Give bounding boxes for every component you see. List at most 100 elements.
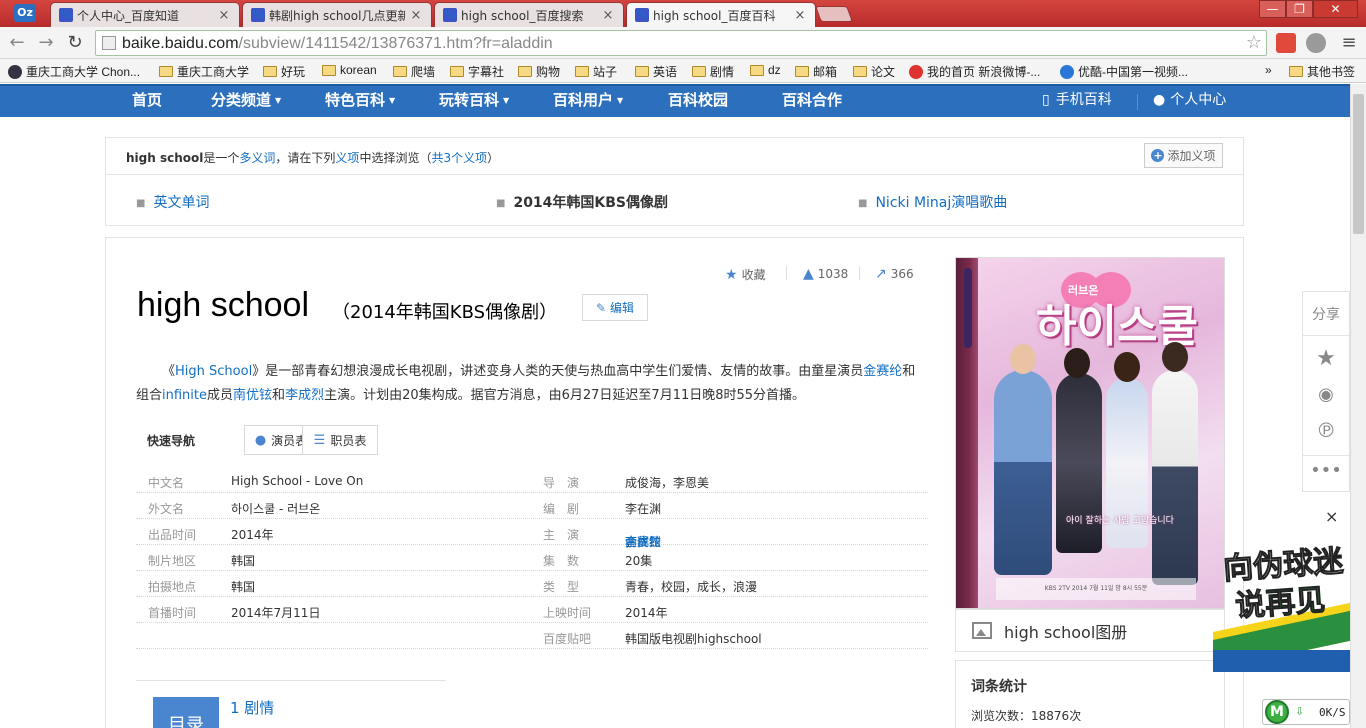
bookmark-item[interactable]: 我的首页 新浪微博-... xyxy=(909,63,1040,80)
edit-button[interactable]: ✎ 编辑 xyxy=(582,294,648,321)
forward-button[interactable]: → xyxy=(35,32,57,54)
bookmark-folder[interactable]: korean xyxy=(322,63,377,77)
info-key: 中文名 xyxy=(148,476,185,490)
toc-label: 目录 xyxy=(153,697,219,728)
other-bookmarks-folder[interactable]: 其他书签 xyxy=(1289,63,1355,80)
tab-close-icon[interactable]: × xyxy=(217,8,231,23)
browser-tab-3[interactable]: 🐾 high school_百度搜索 × xyxy=(434,2,624,27)
menu-icon[interactable]: ≡ xyxy=(1338,32,1360,54)
bookmark-item[interactable]: 重庆工商大学 Chon... xyxy=(8,63,140,80)
nav-users[interactable]: 百科用户 ▼ xyxy=(553,89,623,110)
quick-nav-button-label: 职员表 xyxy=(330,433,367,448)
more-options-icon[interactable]: ••• xyxy=(1303,460,1349,481)
bookmark-item[interactable]: 优酷-中国第一视频... xyxy=(1060,63,1188,80)
sense-count-link[interactable]: 共3个义项 xyxy=(431,151,487,165)
info-value[interactable]: 韩国版电视剧highschool xyxy=(625,630,762,647)
favorite-star-icon[interactable]: ★ xyxy=(1303,346,1349,371)
nav-mobile[interactable]: ▯ 手机百科 xyxy=(1042,89,1112,109)
bookmark-label: 重庆工商大学 xyxy=(177,65,250,79)
summary-link[interactable]: 南优铉 xyxy=(233,388,272,403)
nav-personal-center[interactable]: ● 个人中心 xyxy=(1153,89,1226,109)
image-icon xyxy=(972,622,992,639)
scrollbar-thumb[interactable] xyxy=(1353,94,1364,234)
info-value: 韩国 xyxy=(231,580,256,594)
address-bar[interactable]: baike.baidu.com/subview/1411542/13876371… xyxy=(95,30,1267,56)
maximize-button[interactable]: ❐ xyxy=(1286,0,1313,18)
nav-campus[interactable]: 百科校园 xyxy=(668,89,728,110)
bookmark-folder[interactable]: 剧情 xyxy=(692,63,734,80)
summary-link[interactable]: 李成烈 xyxy=(285,388,324,403)
share-label[interactable]: 分享 xyxy=(1303,304,1349,324)
thumbs-up-icon: ▲ xyxy=(803,266,814,282)
bookmarks-more-button[interactable]: » xyxy=(1265,63,1272,77)
bookmark-folder[interactable]: 爬墙 xyxy=(393,63,435,80)
summary-text: 成员 xyxy=(207,388,234,403)
browser-tab-1[interactable]: 🐾 个人中心_百度知道 × xyxy=(50,2,240,27)
paw-icon: 🐾 xyxy=(59,8,73,22)
star-icon: ★ xyxy=(725,266,738,283)
bookmark-folder[interactable]: 好玩 xyxy=(263,63,305,80)
sense-link[interactable]: 义项 xyxy=(335,151,359,165)
bookmark-label: 优酷-中国第一视频... xyxy=(1078,65,1188,79)
bookmark-label: 英语 xyxy=(653,65,678,79)
tab-close-icon[interactable]: × xyxy=(793,8,807,23)
tab-close-icon[interactable]: × xyxy=(601,8,615,23)
minimize-button[interactable]: — xyxy=(1259,0,1286,18)
globe-extension-icon[interactable] xyxy=(1306,33,1326,53)
info-value: 青春，校园，成长，浪漫 xyxy=(625,580,758,594)
share-count-button[interactable]: ↗ 366 xyxy=(875,266,914,282)
sense-english-word[interactable]: ■ 英文单词 xyxy=(136,192,209,212)
bookmark-folder[interactable]: 英语 xyxy=(635,63,677,80)
nav-divider xyxy=(1137,94,1138,110)
bookmark-folder[interactable]: 重庆工商大学 xyxy=(159,63,249,80)
floating-ad[interactable]: 向伪球迷 说再见 xyxy=(1213,540,1350,672)
toc-item-plot[interactable]: 1 剧情 xyxy=(230,697,274,718)
album-link[interactable]: high school图册 xyxy=(955,609,1225,652)
tab-close-icon[interactable]: × xyxy=(409,8,423,23)
bullet-icon: ■ xyxy=(496,197,506,209)
browser-tab-2[interactable]: 🐾 韩剧high school几点更新 × xyxy=(242,2,432,27)
new-tab-button[interactable] xyxy=(815,6,853,22)
close-window-button[interactable]: ✕ xyxy=(1313,0,1358,18)
back-button[interactable]: ← xyxy=(6,32,28,54)
reload-button[interactable]: ↻ xyxy=(64,32,86,54)
weibo-share-icon[interactable]: ◉ xyxy=(1303,384,1349,405)
actor-figure xyxy=(994,370,1052,575)
summary-link[interactable]: infinite xyxy=(162,388,207,403)
nav-label: 特色百科 xyxy=(325,91,386,109)
browser-app-icon[interactable]: Oz xyxy=(14,4,36,22)
translate-extension-icon[interactable] xyxy=(1276,33,1296,53)
nav-featured[interactable]: 特色百科 ▼ xyxy=(325,89,395,110)
sense-nicki-minaj-song[interactable]: ■ Nicki Minaj演唱歌曲 xyxy=(858,192,1007,212)
ad-close-icon[interactable]: × xyxy=(1325,507,1338,526)
bookmark-star-icon[interactable]: ☆ xyxy=(1246,32,1262,53)
crew-list-button[interactable]: ☰ 职员表 xyxy=(302,425,378,455)
nav-partners[interactable]: 百科合作 xyxy=(782,89,842,110)
network-speed-widget[interactable]: M ⇩ 0K/S xyxy=(1262,699,1350,725)
nav-play[interactable]: 玩转百科 ▼ xyxy=(439,89,509,110)
ad-subline: 说再见 xyxy=(1234,575,1327,625)
poster-credits: KBS 2TV 2014 7월 11일 밤 8시 55분 xyxy=(996,578,1196,600)
page-scrollbar[interactable] xyxy=(1350,84,1366,728)
nav-home[interactable]: 首页 xyxy=(132,89,162,110)
browser-tab-4-active[interactable]: 🐾 high school_百度百科 × xyxy=(626,2,816,27)
like-button[interactable]: ▲ 1038 xyxy=(803,266,848,282)
collect-button[interactable]: ★ 收藏 xyxy=(725,266,766,283)
bookmark-folder[interactable]: 邮箱 xyxy=(795,63,837,80)
bookmark-folder[interactable]: 论文 xyxy=(853,63,895,80)
summary-link[interactable]: High School xyxy=(175,364,252,379)
polysemy-link[interactable]: 多义词 xyxy=(239,151,275,165)
polysemy-box: high school是一个多义词，请在下列义项中选择浏览（共3个义项） + 添加… xyxy=(105,137,1244,226)
pinterest-share-icon[interactable]: ℗ xyxy=(1303,418,1349,442)
info-key: 类 型 xyxy=(543,580,580,594)
nav-categories[interactable]: 分类频道 ▼ xyxy=(211,89,281,110)
bookmark-folder[interactable]: 站子 xyxy=(575,63,617,80)
add-sense-button[interactable]: + 添加义项 xyxy=(1144,143,1223,168)
bookmark-folder[interactable]: dz xyxy=(750,63,781,77)
bookmark-folder[interactable]: 字幕社 xyxy=(450,63,504,80)
browser-toolbar: ← → ↻ baike.baidu.com/subview/1411542/13… xyxy=(0,27,1366,59)
summary-link[interactable]: 金赛纶 xyxy=(863,364,902,379)
bookmark-folder[interactable]: 购物 xyxy=(518,63,560,80)
share-icon: ↗ xyxy=(875,266,887,282)
drama-poster[interactable]: 러브온 하이스쿨 아이 잘하는 사람 고맙습니다 KBS 2TV 2014 7월… xyxy=(955,257,1225,609)
